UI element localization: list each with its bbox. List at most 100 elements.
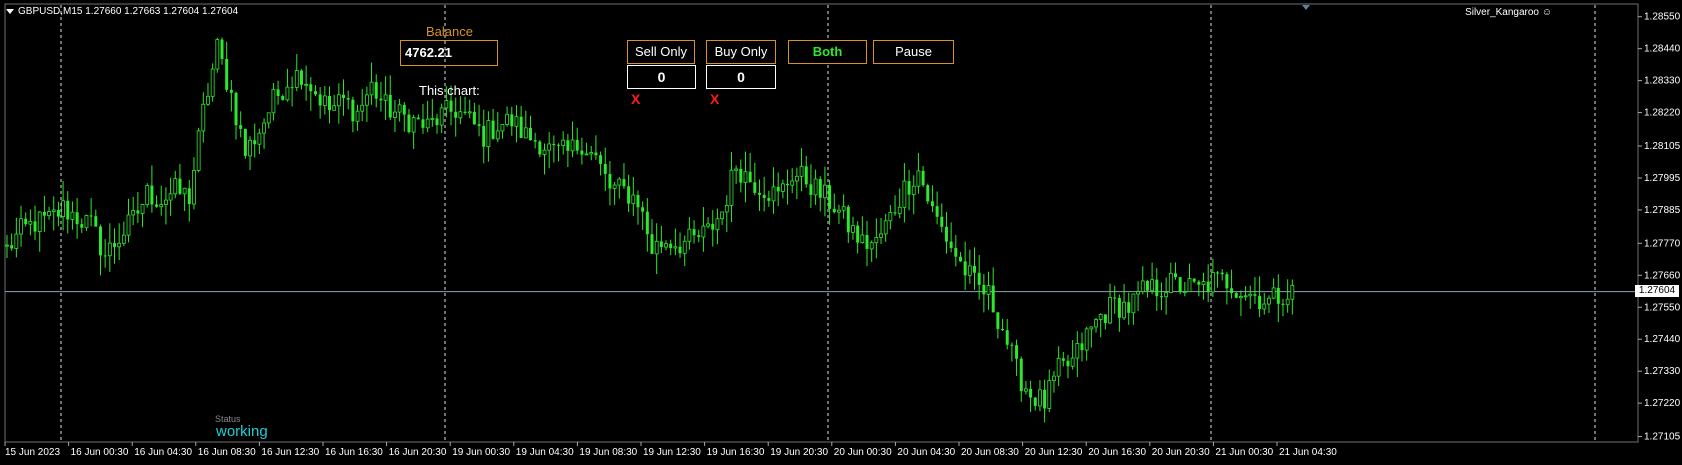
candle-body <box>500 124 505 132</box>
candle-body <box>786 183 790 186</box>
candle-body <box>973 265 976 273</box>
candle-body <box>1271 287 1276 299</box>
price-tick-label: 1.27330 <box>1644 366 1681 377</box>
candle-body <box>1056 357 1061 377</box>
candle-body <box>967 265 972 276</box>
candle-body <box>159 204 164 208</box>
candle-body <box>276 89 280 97</box>
candle-body <box>622 179 626 187</box>
symbol-info[interactable]: GBPUSD,M15 1.27660 1.27663 1.27604 1.276… <box>6 6 238 17</box>
candle-body <box>818 179 822 198</box>
candle-body <box>888 211 893 222</box>
time-axis: 15 Jun 2023 16 Jun 00:30 16 Jun 04:30 16 Ju… <box>4 442 1337 458</box>
time-tick-label: 20 Jun 20:30 <box>1152 447 1210 458</box>
candle-body <box>1084 328 1089 351</box>
candle-body <box>832 208 836 213</box>
candle-body <box>1197 281 1201 285</box>
candle-body <box>706 223 710 227</box>
close-sell-icon[interactable]: X <box>631 91 640 107</box>
candle-body <box>66 200 70 220</box>
candle-body <box>1173 273 1177 278</box>
candle-body <box>1155 279 1159 297</box>
candle-body <box>1113 297 1117 299</box>
candle-body <box>178 178 182 194</box>
candle-body <box>734 168 739 171</box>
candle-body <box>155 204 159 207</box>
candle-body <box>865 234 869 249</box>
candle-body <box>281 96 285 100</box>
candle-body <box>164 199 168 205</box>
candle-body <box>538 141 542 155</box>
candle-body <box>206 95 210 105</box>
candle-body <box>266 112 271 124</box>
candle-body <box>1201 281 1206 286</box>
candle-body <box>336 94 341 107</box>
candle-body <box>1010 344 1014 346</box>
price-tick-label: 1.28550 <box>1644 12 1681 23</box>
candle-body <box>168 193 173 201</box>
buy-count: 0 <box>706 65 776 89</box>
candle-body <box>523 127 528 139</box>
candle-body <box>608 173 612 189</box>
time-tick-label: 16 Jun 16:30 <box>325 447 383 458</box>
candle-body <box>841 206 846 211</box>
candle-body <box>514 116 519 127</box>
candle-body <box>56 209 60 217</box>
both-button[interactable]: Both <box>788 40 867 64</box>
candle-body <box>1248 293 1253 297</box>
candle-body <box>248 139 252 157</box>
candle-body <box>533 140 537 142</box>
price-chart[interactable]: 1.28550 1.28440 1.28330 1.28220 1.28105 1.279… <box>0 0 1682 465</box>
candle-body <box>552 143 556 145</box>
candle-body <box>1052 375 1056 382</box>
candle-body <box>869 242 874 250</box>
candle-body <box>196 130 201 171</box>
sell-only-button[interactable]: Sell Only <box>627 40 695 64</box>
candle-body <box>262 122 266 134</box>
candle-body <box>1089 326 1094 330</box>
status-value: working <box>216 423 268 440</box>
candle-body <box>701 225 706 238</box>
candle-body <box>491 120 495 139</box>
candle-body <box>421 119 425 128</box>
candle-body <box>729 169 734 206</box>
candle-body <box>220 39 224 59</box>
time-tick-label: 20 Jun 00:30 <box>834 447 892 458</box>
candle-body <box>617 178 622 186</box>
candle-body <box>313 91 317 95</box>
candle-body <box>1038 389 1042 407</box>
candle-body <box>654 241 659 255</box>
shift-marker-icon[interactable] <box>1302 5 1310 10</box>
candle-body <box>290 87 294 89</box>
candle-body <box>1220 272 1224 275</box>
buy-only-button[interactable]: Buy Only <box>706 40 776 64</box>
candle-body <box>879 233 883 238</box>
candle-body <box>926 185 930 202</box>
pause-button[interactable]: Pause <box>873 40 954 64</box>
time-tick-label: 19 Jun 20:30 <box>770 447 828 458</box>
candle-body <box>739 168 743 183</box>
candle-body <box>271 88 276 114</box>
candle-body <box>1024 388 1028 392</box>
candle-body <box>70 211 75 220</box>
candle-body <box>1043 389 1047 409</box>
candle-body <box>1150 279 1155 292</box>
candle-body <box>664 243 668 248</box>
candle-body <box>1136 291 1140 295</box>
candle-body <box>1103 314 1107 323</box>
time-tick-label: 19 Jun 16:30 <box>707 447 765 458</box>
candle-body <box>949 241 953 248</box>
dropdown-triangle-icon[interactable] <box>6 8 14 14</box>
close-buy-icon[interactable]: X <box>710 91 719 107</box>
candle-body <box>37 211 42 232</box>
candle-body <box>1243 295 1248 298</box>
candle-body <box>991 285 995 313</box>
candle-body <box>351 99 355 122</box>
candle-body <box>776 186 780 192</box>
candle-body <box>673 246 678 249</box>
price-tick-label: 1.27885 <box>1644 205 1681 216</box>
candle-body <box>547 143 552 151</box>
candle-body <box>294 70 299 88</box>
candle-body <box>113 243 116 247</box>
time-tick-label: 20 Jun 04:30 <box>897 447 955 458</box>
